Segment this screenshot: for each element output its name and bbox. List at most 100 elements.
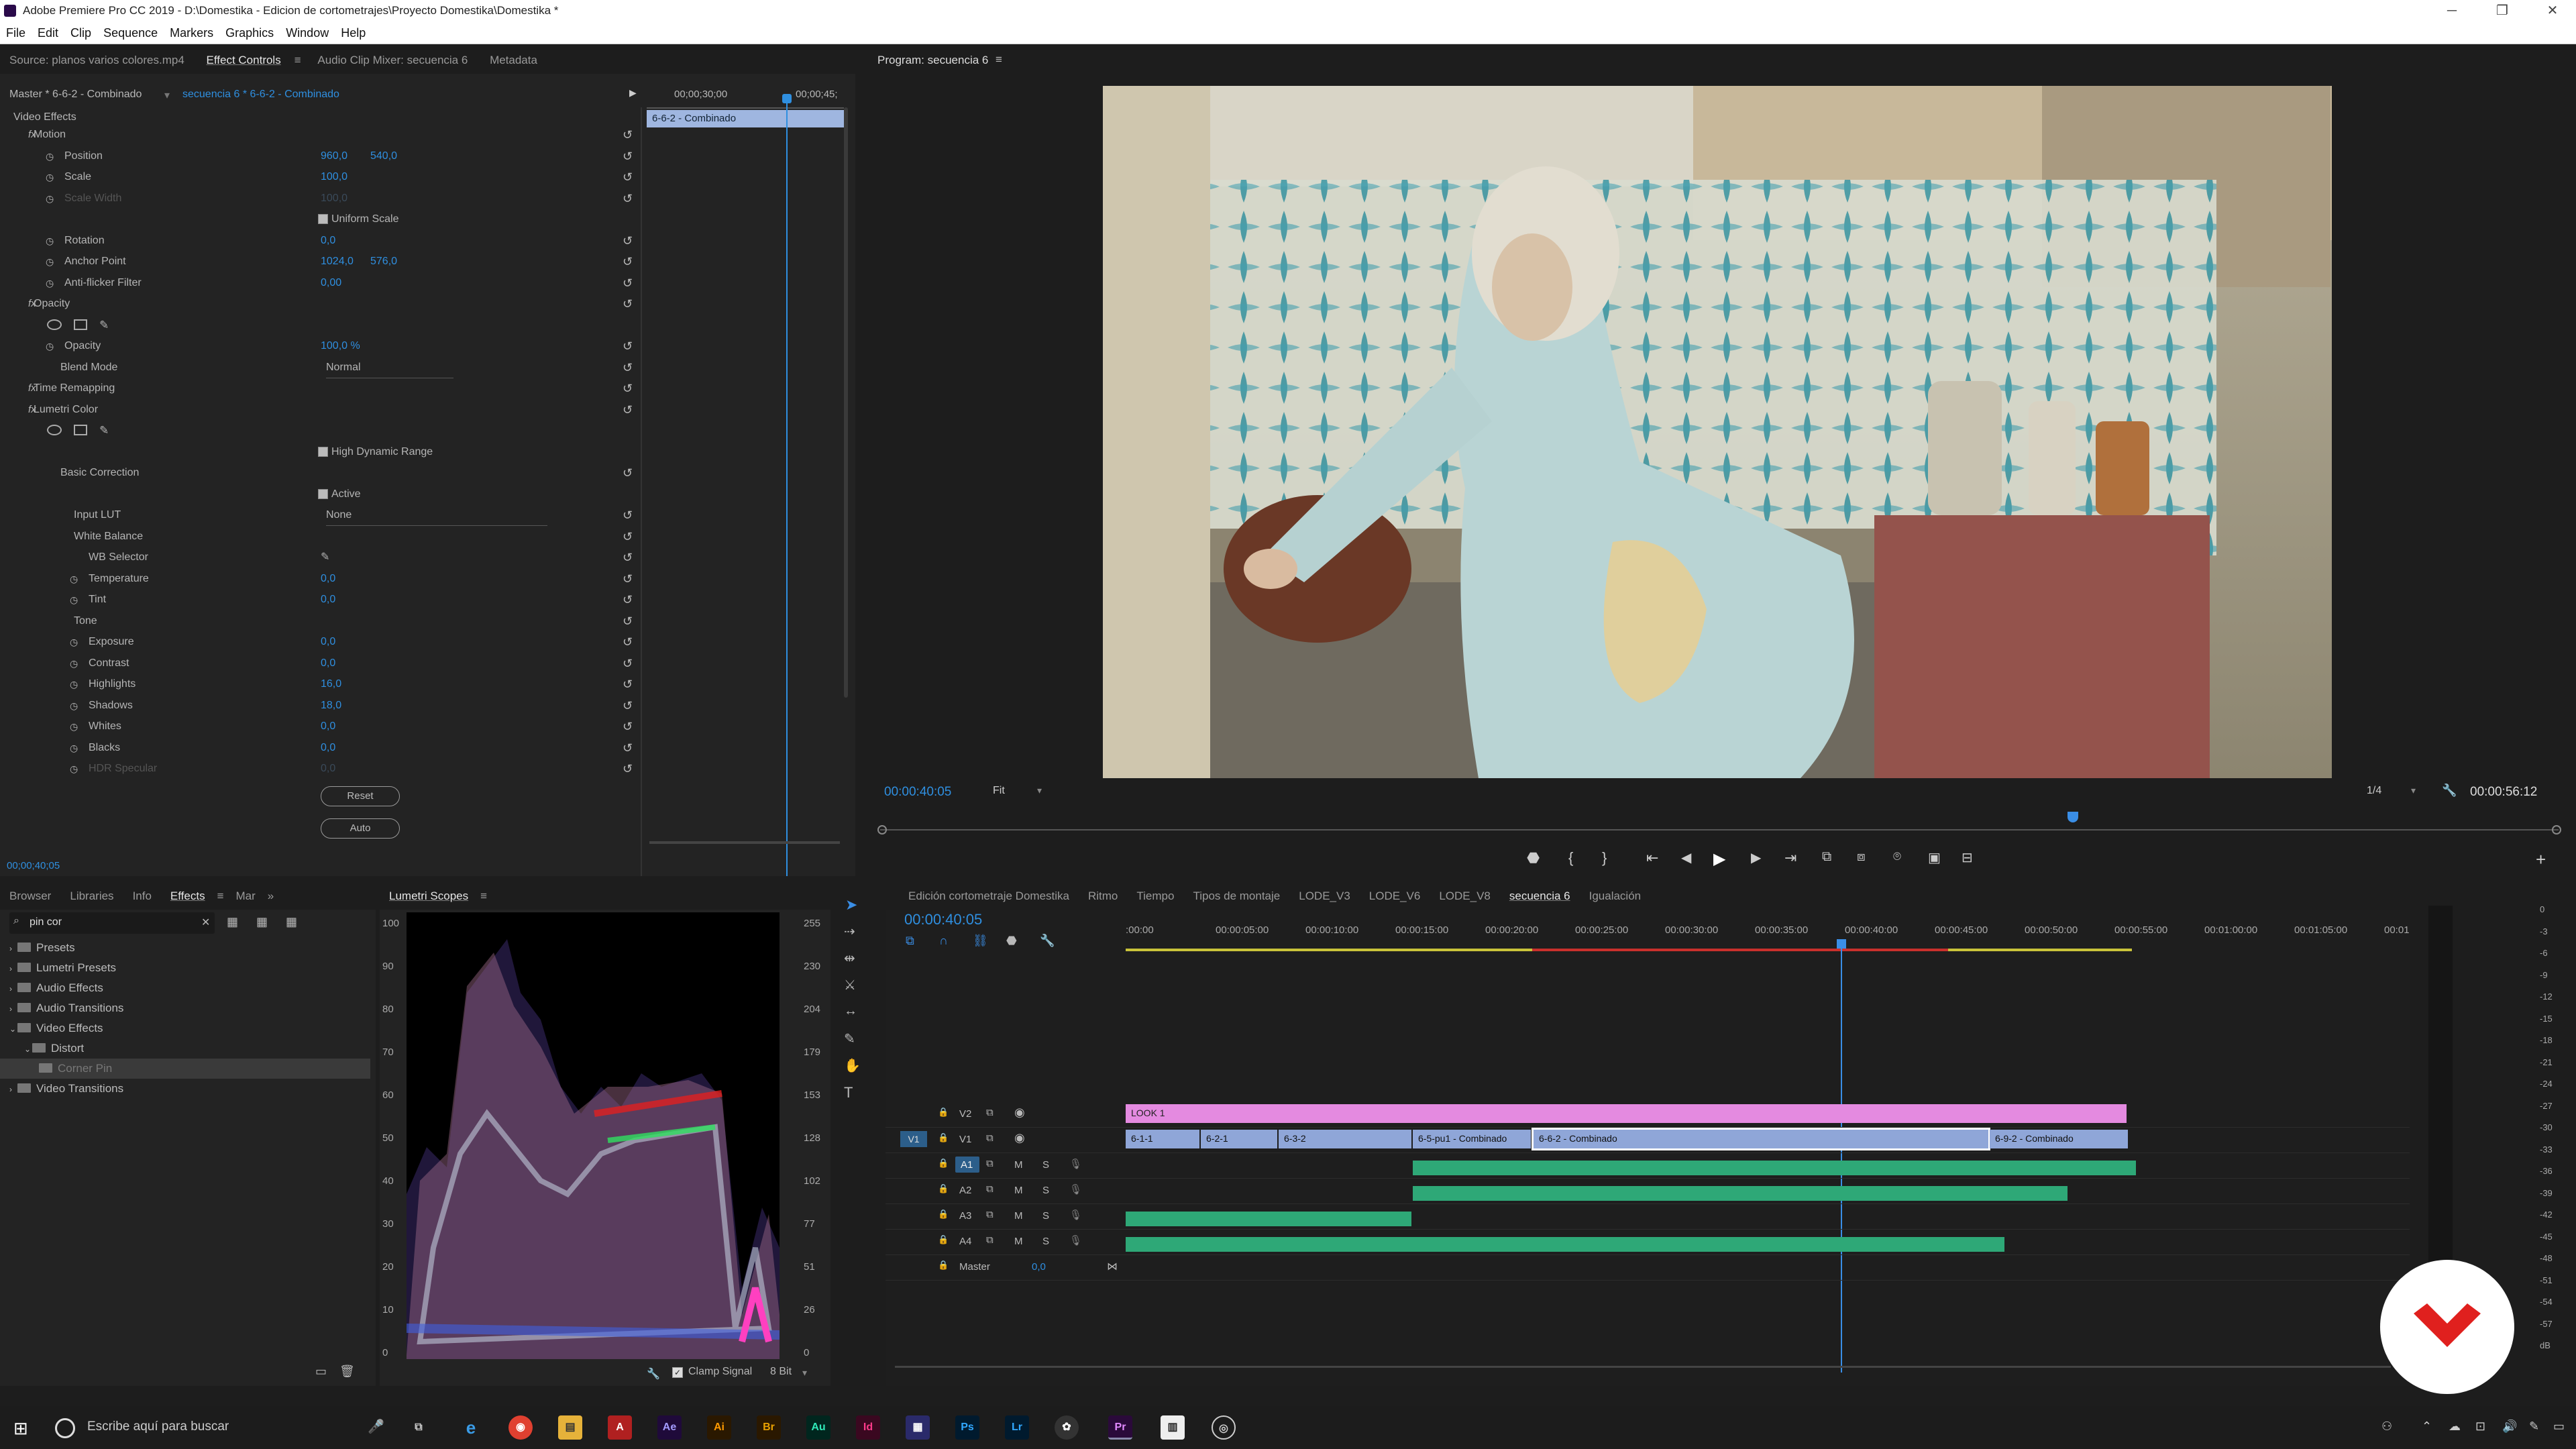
effects-tree-item[interactable]: › Lumetri Presets [0, 958, 370, 978]
property-value[interactable]: 0,0 [321, 738, 335, 758]
tab-source[interactable]: Source: planos varios colores.mp4 [0, 47, 194, 74]
timeline-tab[interactable]: LODE_V6 [1360, 883, 1430, 910]
add-button-icon[interactable]: + [2536, 849, 2546, 870]
effects-tree-item[interactable]: › Presets [0, 938, 370, 958]
menu-graphics[interactable]: Graphics [219, 21, 280, 44]
auto-button[interactable]: Auto [321, 818, 400, 839]
sync-lock-icon[interactable]: ⧉ [986, 1107, 994, 1118]
file-explorer-icon[interactable]: ▤ [558, 1415, 582, 1440]
effects-tree-item[interactable]: › Audio Transitions [0, 998, 370, 1018]
video-clip[interactable]: 6-2-1 [1201, 1130, 1277, 1148]
windows-start-icon[interactable]: ⊞ [13, 1418, 28, 1439]
clear-search-icon[interactable]: ✕ [201, 916, 210, 929]
type-tool-icon[interactable]: T [844, 1084, 853, 1102]
reset-icon[interactable]: ↺ [623, 696, 633, 716]
trash-icon[interactable]: 🗑 [339, 1364, 355, 1379]
timeline-playhead-handle[interactable] [1837, 939, 1846, 949]
audition-icon[interactable]: Au [806, 1415, 830, 1440]
reset-icon[interactable]: ↺ [623, 146, 633, 166]
source-patch-v1[interactable]: V1 [900, 1131, 927, 1147]
hand-icon[interactable]: ✋ [844, 1057, 861, 1074]
reset-icon[interactable]: ↺ [623, 653, 633, 674]
step-back-icon[interactable]: ◀ [1681, 849, 1691, 866]
property-value[interactable]: 960,0 [321, 146, 347, 166]
microphone-icon[interactable]: 🎙 [1069, 1158, 1082, 1170]
solo-button[interactable]: S [1042, 1185, 1049, 1196]
ec-zoom-scrollbar[interactable] [649, 841, 840, 844]
audio-clip-a3[interactable] [1126, 1212, 1411, 1226]
timeline-tab[interactable]: Tiempo [1127, 883, 1183, 910]
chevron-down-icon[interactable]: ▾ [1037, 785, 1042, 796]
property-dropdown[interactable]: None [326, 505, 547, 526]
after-effects-icon[interactable]: Ae [657, 1415, 682, 1440]
pen-mask-icon[interactable]: ✎ [99, 421, 109, 441]
maximize-icon[interactable]: ❐ [2479, 0, 2526, 21]
play-only-audio-icon[interactable]: ▶ [629, 87, 637, 99]
audio-clip-a4[interactable] [1126, 1237, 2004, 1252]
nest-toggle-icon[interactable]: ⧉ [906, 934, 914, 948]
video-clip[interactable]: 6-1-1 [1126, 1130, 1199, 1148]
reset-icon[interactable]: ↺ [623, 505, 633, 525]
reset-icon[interactable]: ↺ [623, 189, 633, 209]
camera-icon[interactable]: ⌾ [1893, 849, 1901, 865]
stopwatch-icon[interactable]: ◷ [70, 696, 78, 716]
ec-playhead[interactable] [786, 94, 788, 876]
pen-mask-icon[interactable]: ✎ [99, 315, 109, 335]
32bit-effects-icon[interactable]: ▦ [256, 915, 268, 929]
video-frame[interactable] [1103, 86, 2332, 778]
sync-lock-icon[interactable]: ⧉ [986, 1183, 994, 1195]
stopwatch-icon[interactable]: ◷ [46, 189, 54, 209]
wrench-icon[interactable]: 🔧 [2442, 784, 2457, 798]
menu-window[interactable]: Window [280, 21, 335, 44]
bit-depth-dropdown[interactable]: 8 Bit [770, 1366, 792, 1378]
insert-icon[interactable]: ⧉ [1822, 849, 1831, 865]
pen-icon[interactable]: ✎ [2529, 1419, 2539, 1434]
marker-icon[interactable]: ⬣ [1527, 849, 1540, 867]
selection-tool-icon[interactable]: ➤ [845, 896, 857, 914]
lightroom-icon[interactable]: Lr [1005, 1415, 1029, 1440]
ec-scrollbar[interactable] [844, 107, 848, 698]
property-value[interactable]: 0,0 [321, 653, 335, 674]
sync-lock-icon[interactable]: ⧉ [986, 1234, 994, 1246]
ec-clip-bar[interactable]: 6-6-2 - Combinado [647, 110, 844, 127]
track-name[interactable]: A2 [959, 1185, 971, 1196]
go-to-out-icon[interactable]: ⇥ [1784, 849, 1796, 867]
lock-icon[interactable]: 🔒 [938, 1107, 949, 1118]
menu-edit[interactable]: Edit [32, 21, 64, 44]
track-name[interactable]: Master [959, 1261, 990, 1273]
mute-button[interactable]: M [1014, 1210, 1023, 1222]
wrench-icon[interactable]: 🔧 [647, 1367, 660, 1381]
lock-icon[interactable]: 🔒 [938, 1260, 949, 1271]
mute-button[interactable]: M [1014, 1185, 1023, 1196]
track-name[interactable]: A1 [961, 1159, 973, 1171]
solo-button[interactable]: S [1042, 1236, 1049, 1247]
property-value[interactable]: 0,00 [321, 273, 341, 293]
video-clip[interactable]: 6-6-2 - Combinado [1532, 1128, 1990, 1150]
timeline-timecode[interactable]: 00:00:40:05 [904, 911, 982, 928]
eyedropper-icon[interactable]: ✎ [321, 547, 329, 568]
stopwatch-icon[interactable]: ◷ [46, 146, 54, 166]
program-timecode[interactable]: 00:00:40:05 [884, 785, 951, 800]
effects-search-box[interactable]: ⌕ pin cor ✕ [9, 912, 215, 934]
stopwatch-icon[interactable]: ◷ [70, 716, 78, 737]
stopwatch-icon[interactable]: ◷ [70, 759, 78, 779]
tab-libraries[interactable]: Libraries [60, 883, 123, 910]
microphone-icon[interactable]: 🎙 [1069, 1183, 1082, 1195]
stopwatch-icon[interactable]: ◷ [70, 653, 78, 674]
property-value[interactable]: 0,0 [321, 759, 335, 779]
property-value[interactable]: 16,0 [321, 674, 341, 694]
timeline-tab[interactable]: Edición cortometraje Domestika [899, 883, 1079, 910]
overwrite-icon[interactable]: ⧈ [1857, 849, 1866, 865]
tab-metadata[interactable]: Metadata [480, 47, 547, 74]
fit-dropdown[interactable]: Fit [993, 785, 1005, 797]
stopwatch-icon[interactable]: ◷ [46, 273, 54, 293]
reset-icon[interactable]: ↺ [623, 547, 633, 568]
menu-sequence[interactable]: Sequence [97, 21, 164, 44]
reset-icon[interactable]: ↺ [623, 527, 633, 547]
panel-menu-icon[interactable]: ≡ [996, 53, 1002, 66]
microphone-icon[interactable]: 🎙 [1069, 1209, 1082, 1221]
timeline-zoom-scroll[interactable] [895, 1366, 2391, 1368]
stopwatch-icon[interactable]: ◷ [70, 632, 78, 652]
lock-icon[interactable]: 🔒 [938, 1158, 949, 1169]
stopwatch-icon[interactable]: ◷ [46, 167, 54, 187]
